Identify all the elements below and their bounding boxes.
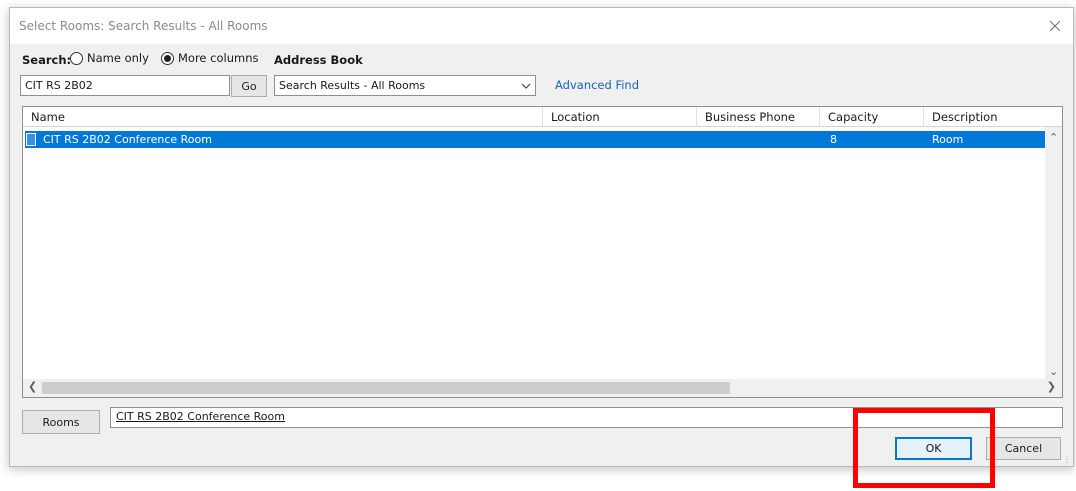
scroll-right-icon[interactable]: ❯	[1047, 380, 1056, 393]
rooms-list: Name Location Business Phone Capacity De…	[22, 106, 1063, 398]
address-book-select[interactable]: Search Results - All Rooms	[274, 75, 536, 96]
address-book-label: Address Book	[274, 53, 363, 67]
advanced-find-link[interactable]: Advanced Find	[555, 78, 639, 92]
column-header-description[interactable]: Description	[924, 107, 1062, 127]
radio-more-columns-label: More columns	[178, 51, 259, 65]
address-book-selected: Search Results - All Rooms	[279, 79, 426, 92]
chevron-down-icon	[521, 83, 531, 89]
scroll-left-icon[interactable]: ❮	[28, 380, 37, 393]
radio-more-columns[interactable]: More columns	[161, 51, 259, 65]
rooms-field-value: CIT RS 2B02 Conference Room	[116, 410, 285, 423]
cancel-button[interactable]: Cancel	[986, 437, 1061, 460]
radio-name-only[interactable]: Name only	[70, 51, 149, 65]
scroll-down-icon[interactable]: ⌄	[1049, 365, 1058, 378]
scroll-up-icon[interactable]: ⌃	[1049, 131, 1058, 144]
horizontal-scroll-thumb[interactable]	[42, 382, 730, 394]
rooms-button[interactable]: Rooms	[22, 410, 100, 434]
table-row[interactable]: CIT RS 2B02 Conference Room 8 Room	[25, 131, 1045, 148]
horizontal-scrollbar[interactable]: ❮ ❯	[23, 379, 1062, 397]
vertical-scrollbar[interactable]: ⌃ ⌄	[1045, 127, 1062, 380]
rooms-field[interactable]: CIT RS 2B02 Conference Room	[110, 407, 1063, 428]
search-label: Search:	[22, 53, 72, 67]
radio-name-only-label: Name only	[87, 51, 149, 65]
cell-capacity: 8	[830, 133, 837, 146]
column-header-location[interactable]: Location	[543, 107, 697, 127]
title-bar: Select Rooms: Search Results - All Rooms	[10, 8, 1073, 44]
window-title: Select Rooms: Search Results - All Rooms	[19, 19, 268, 33]
list-header: Name Location Business Phone Capacity De…	[23, 107, 1062, 127]
ok-button[interactable]: OK	[895, 437, 972, 460]
search-input[interactable]	[20, 75, 230, 96]
column-header-name[interactable]: Name	[23, 107, 543, 127]
column-header-capacity[interactable]: Capacity	[820, 107, 924, 127]
cell-name: CIT RS 2B02 Conference Room	[43, 133, 212, 146]
radio-name-only-icon[interactable]	[70, 51, 83, 65]
room-icon	[26, 133, 36, 146]
column-header-business-phone[interactable]: Business Phone	[697, 107, 820, 127]
cell-description: Room	[932, 133, 964, 146]
select-rooms-dialog: Select Rooms: Search Results - All Rooms…	[9, 7, 1074, 467]
go-button[interactable]: Go	[231, 75, 267, 97]
close-icon	[1050, 21, 1060, 31]
close-button[interactable]	[1037, 8, 1073, 44]
resize-grip-icon[interactable]: ⋮	[1063, 455, 1071, 464]
radio-more-columns-icon[interactable]	[161, 51, 174, 65]
